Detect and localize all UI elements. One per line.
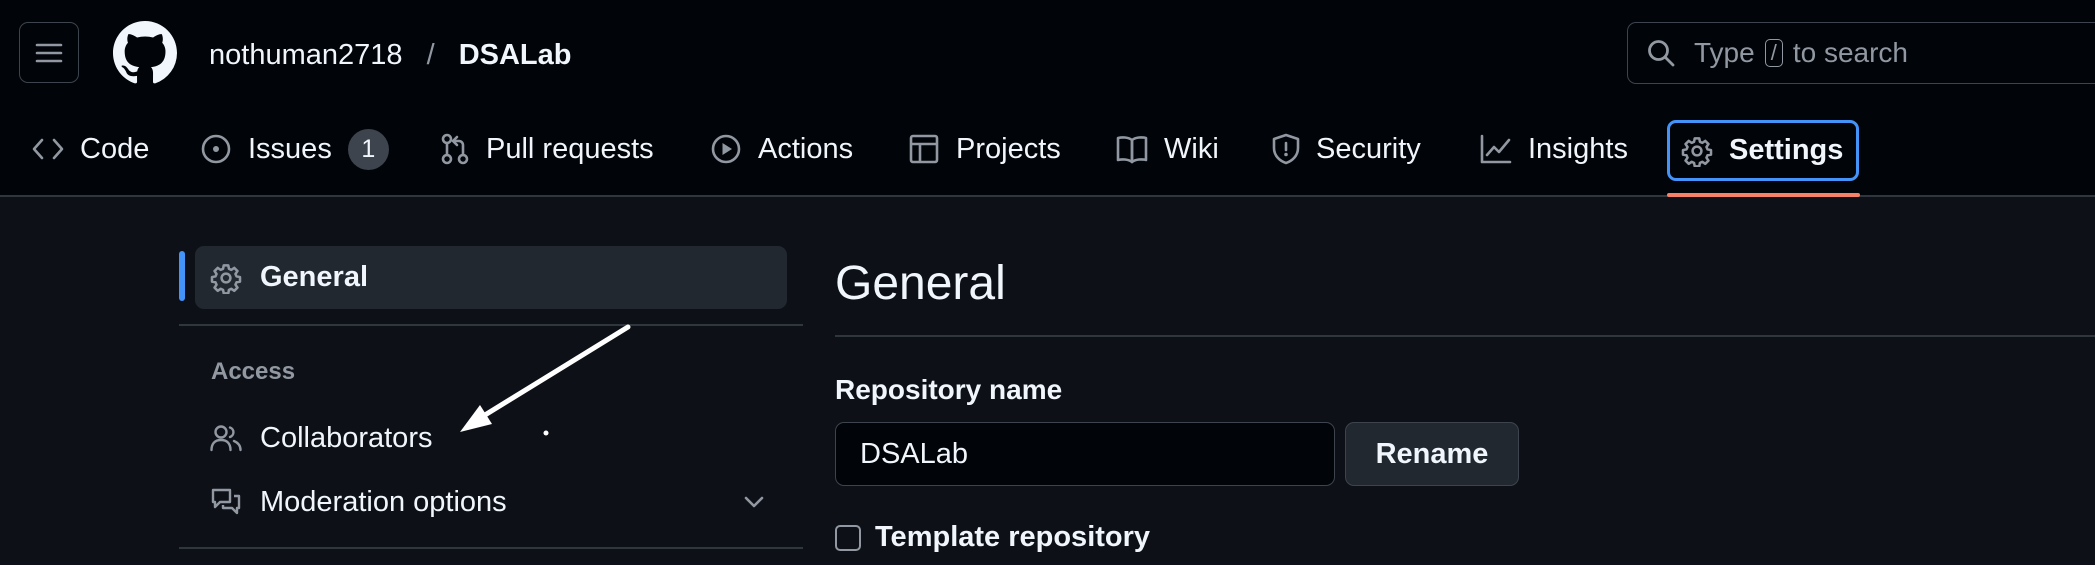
rename-button[interactable]: Rename	[1345, 422, 1519, 486]
page-title: General	[835, 257, 1006, 310]
sidebar-item-label: Collaborators	[260, 421, 433, 454]
sidebar-item-label: General	[260, 261, 368, 293]
tab-label: Security	[1316, 132, 1421, 165]
table-icon	[908, 133, 940, 165]
tab-actions[interactable]: Actions	[710, 118, 853, 180]
title-divider	[835, 335, 2095, 337]
sidebar-section-heading: Access	[211, 358, 296, 385]
graph-icon	[1480, 134, 1512, 164]
hamburger-icon	[35, 42, 63, 64]
search-icon	[1646, 38, 1676, 68]
comment-discussion-icon	[210, 487, 242, 517]
sidebar-item-collaborators[interactable]: Collaborators	[195, 409, 787, 467]
breadcrumb: nothuman2718 / DSALab	[209, 38, 571, 72]
chevron-down-icon[interactable]	[741, 489, 767, 515]
repository-name-label: Repository name	[835, 374, 1063, 405]
gear-icon	[1681, 135, 1713, 167]
sidebar-item-label: Moderation options	[260, 485, 507, 518]
shield-icon	[1272, 133, 1300, 165]
github-logo-icon[interactable]	[113, 21, 177, 85]
sidebar-divider	[179, 324, 803, 326]
tab-projects[interactable]: Projects	[908, 118, 1061, 180]
tab-label: Actions	[758, 132, 854, 165]
repo-name-link[interactable]: DSALab	[459, 39, 572, 71]
search-placeholder-prefix: Type	[1694, 37, 1755, 68]
repo-header: nothuman2718 / DSALab Type / to search C…	[0, 0, 2095, 197]
selected-tab-indicator	[1667, 193, 1860, 197]
sidebar-divider	[179, 547, 803, 549]
tab-label: Projects	[956, 132, 1061, 165]
pull-request-icon	[440, 133, 470, 165]
search-placeholder-suffix: to search	[1792, 37, 1908, 68]
search-shortcut-key: /	[1764, 39, 1783, 67]
issues-count-badge: 1	[347, 128, 389, 170]
gear-icon	[210, 262, 242, 294]
tab-issues[interactable]: Issues 1	[200, 118, 389, 180]
tab-label: Code	[80, 132, 150, 165]
tab-label: Pull requests	[486, 132, 654, 165]
repo-owner-link[interactable]: nothuman2718	[209, 39, 403, 71]
tab-insights[interactable]: Insights	[1480, 118, 1628, 180]
code-icon	[32, 135, 64, 163]
issue-icon	[200, 133, 232, 165]
tab-settings[interactable]: Settings	[1667, 120, 1860, 181]
tab-label: Issues	[248, 132, 332, 165]
book-icon	[1116, 134, 1148, 164]
template-repository-checkbox[interactable]	[835, 525, 861, 551]
people-icon	[210, 424, 242, 452]
tab-wiki[interactable]: Wiki	[1116, 118, 1219, 180]
tab-label: Insights	[1528, 132, 1628, 165]
sidebar-active-indicator	[179, 251, 185, 301]
tab-label: Settings	[1729, 134, 1844, 166]
template-repository-label: Template repository	[875, 521, 1151, 553]
search-input[interactable]: Type / to search	[1627, 22, 2095, 84]
menu-button[interactable]	[19, 22, 79, 83]
tab-code[interactable]: Code	[32, 118, 149, 180]
tab-pull-requests[interactable]: Pull requests	[440, 118, 654, 180]
sidebar-item-general[interactable]: General	[195, 246, 787, 309]
tab-label: Wiki	[1164, 132, 1219, 165]
play-icon	[710, 133, 742, 165]
breadcrumb-separator: /	[426, 39, 435, 71]
sidebar-item-moderation-options[interactable]: Moderation options	[195, 473, 787, 531]
repository-name-input[interactable]	[835, 422, 1335, 486]
tab-security[interactable]: Security	[1272, 118, 1421, 180]
